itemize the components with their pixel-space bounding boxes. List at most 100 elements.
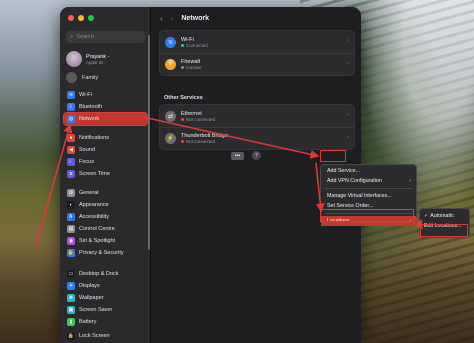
other-services-card: ⇄ Ethernet Not connected › ⚡ Thunderbolt Brid… (159, 104, 355, 150)
edit-locations-highlight (420, 224, 468, 237)
system-settings-window: ⌕ Search Prayank - Apple ID Family ≋ Wi-F… (60, 7, 361, 343)
sidebar-item-screen-saver[interactable]: ▣ Screen Saver (64, 304, 147, 316)
control-centre-icon: ▤ (67, 225, 75, 233)
more-actions-button[interactable]: ••• (231, 152, 244, 160)
more-button-highlight (320, 150, 346, 162)
sidebar-item-label: Notifications (79, 135, 109, 141)
service-row-thunderbolt-bridge[interactable]: ⚡ Thunderbolt Bridge Not connected › (160, 127, 354, 149)
menu-item-add-vpn[interactable]: Add VPN Configuration › (321, 176, 416, 186)
bell-icon: ● (67, 134, 75, 142)
sidebar-item-desktop-dock[interactable]: ▭ Desktop & Dock (64, 268, 147, 280)
toolbar: ‹ › Network (151, 7, 361, 29)
service-row-ethernet[interactable]: ⇄ Ethernet Not connected › (160, 105, 354, 127)
sidebar-item-label: Bluetooth (79, 104, 103, 110)
status-dot (181, 66, 184, 69)
sidebar-item-label: Control Centre (79, 226, 115, 232)
sidebar-item-label: Sound (79, 147, 95, 153)
chevron-right-icon: › (347, 61, 349, 67)
lock-icon: 🔒 (67, 332, 75, 340)
bluetooth-icon: ᛒ (67, 103, 75, 111)
family-label: Family (82, 74, 99, 81)
shield-icon: ⛨ (165, 59, 176, 70)
search-input[interactable]: ⌕ Search (66, 31, 145, 43)
ethernet-icon: ⇄ (165, 110, 176, 122)
status-dot (181, 117, 184, 121)
sidebar: ⌕ Search Prayank - Apple ID Family ≋ Wi-F… (60, 7, 151, 343)
service-status: Connected (181, 43, 208, 48)
hand-icon: ✋ (67, 249, 75, 257)
speaker-icon: ◀ (67, 146, 75, 154)
services-card: ≋ Wi-Fi Connected › ⛨ Firewall Inactive › (159, 30, 355, 76)
service-status: Inactive (181, 65, 202, 70)
sidebar-item-notifications[interactable]: ● Notifications (64, 132, 147, 144)
sidebar-item-label: Desktop & Dock (79, 271, 119, 277)
sidebar-item-label: Lock Screen (79, 333, 110, 339)
service-row-wi-fi[interactable]: ≋ Wi-Fi Connected › (160, 31, 354, 53)
status-dot (181, 43, 184, 47)
sidebar-item-label: Screen Saver (79, 307, 113, 313)
sidebar-item-sound[interactable]: ◀ Sound (64, 144, 147, 156)
moon-icon: ☾ (67, 158, 75, 166)
service-status: Not connected (181, 117, 215, 122)
sidebar-item-label: Appearance (79, 202, 109, 208)
chevron-right-icon: › (409, 178, 411, 184)
close-window-button[interactable] (68, 15, 74, 21)
minimize-window-button[interactable] (78, 15, 84, 21)
sidebar-item-label: Screen Time (79, 171, 110, 177)
sidebar-scrollbar[interactable] (148, 35, 150, 250)
other-services-heading: Other Services (164, 95, 203, 101)
sidebar-item-family[interactable]: Family (66, 72, 98, 83)
sidebar-item-label: General (79, 190, 99, 196)
menu-divider (325, 188, 412, 189)
window-controls (68, 15, 94, 21)
sidebar-item-appearance[interactable]: ◐ Appearance (64, 199, 147, 211)
battery-icon: ▮ (67, 318, 75, 326)
globe-icon: ◍ (67, 115, 75, 123)
appearance-icon: ◐ (67, 201, 75, 209)
zoom-window-button[interactable] (88, 15, 94, 21)
menu-item-manage-virtual-interfaces[interactable]: Manage Virtual Interfaces... (321, 191, 416, 201)
sidebar-item-accessibility[interactable]: ♿ Accessibility (64, 211, 147, 223)
sidebar-item-label: Displays (79, 283, 100, 289)
hourglass-icon: ⧖ (67, 170, 75, 178)
back-button[interactable]: ‹ (160, 14, 163, 23)
sidebar-item-label: Privacy & Security (79, 250, 124, 256)
wifi-icon: ≋ (67, 91, 75, 99)
siri-icon: ◉ (67, 237, 75, 245)
wallpaper-icon: ❋ (67, 294, 75, 302)
profile-name: Prayank - (86, 53, 110, 60)
service-row-firewall[interactable]: ⛨ Firewall Inactive › (160, 53, 354, 75)
sidebar-item-control-centre[interactable]: ▤ Control Centre (64, 223, 147, 235)
sidebar-item-focus[interactable]: ☾ Focus (64, 156, 147, 168)
dock-icon: ▭ (67, 270, 75, 278)
sidebar-item-general[interactable]: ⚙ General (64, 187, 147, 199)
chevron-right-icon: › (347, 112, 349, 118)
help-button[interactable]: ? (252, 151, 261, 160)
sidebar-item-network[interactable]: ◍ Network (63, 112, 148, 126)
apple-id-profile[interactable]: Prayank - Apple ID (66, 51, 110, 67)
sidebar-item-label: Focus (79, 159, 94, 165)
checkmark-icon: ✓ (424, 213, 429, 219)
sidebar-item-bluetooth[interactable]: ᛒ Bluetooth (64, 101, 147, 113)
sidebar-item-displays[interactable]: ☀ Displays (64, 280, 147, 292)
menu-item-add-service[interactable]: Add Service... (321, 166, 416, 176)
gear-icon: ⚙ (67, 189, 75, 197)
sidebar-item-label: Siri & Spotlight (79, 238, 116, 244)
sidebar-item-privacy-security[interactable]: ✋ Privacy & Security (64, 247, 147, 259)
sidebar-item-label: Network (79, 116, 100, 122)
sidebar-item-battery[interactable]: ▮ Battery (64, 316, 147, 328)
sidebar-item-wi-fi[interactable]: ≋ Wi-Fi (64, 89, 147, 101)
sidebar-item-wallpaper[interactable]: ❋ Wallpaper (64, 292, 147, 304)
family-avatar (66, 72, 77, 83)
submenu-item-automatic[interactable]: ✓ Automatic (420, 211, 469, 221)
status-dot (181, 140, 184, 143)
search-placeholder: Search (76, 34, 94, 40)
sidebar-item-label: Wallpaper (79, 295, 104, 301)
locations-highlight (320, 209, 414, 222)
wifi-icon: ≋ (165, 36, 176, 48)
sidebar-item-siri-spotlight[interactable]: ◉ Siri & Spotlight (64, 235, 147, 247)
sidebar-item-screen-time[interactable]: ⧖ Screen Time (64, 168, 147, 180)
display-icon: ☀ (67, 282, 75, 290)
forward-button[interactable]: › (171, 14, 174, 23)
sidebar-item-lock-screen[interactable]: 🔒 Lock Screen (64, 330, 147, 342)
